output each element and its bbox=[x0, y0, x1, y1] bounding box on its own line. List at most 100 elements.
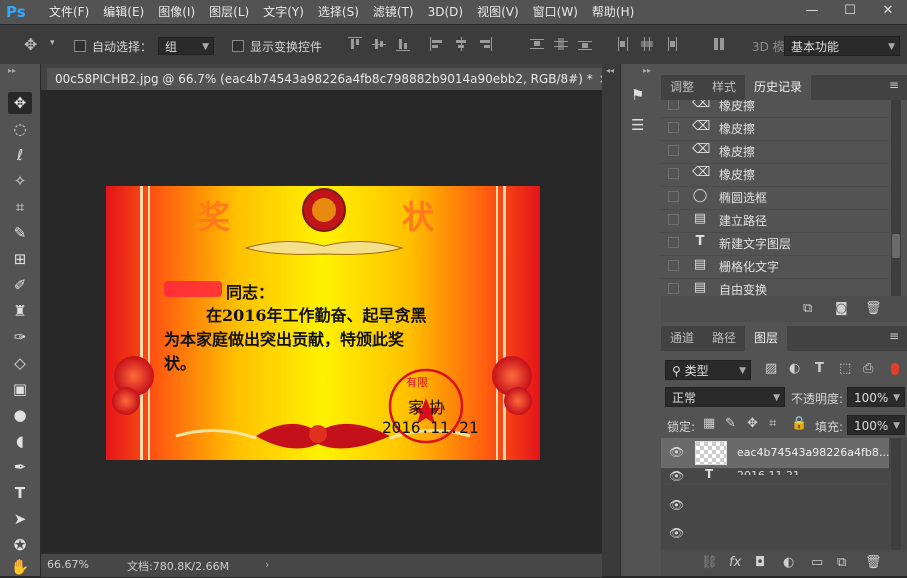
new-layer-icon[interactable]: ⧉ bbox=[837, 555, 846, 570]
ellipse-marquee-tool-icon[interactable]: ◌ bbox=[8, 118, 32, 140]
hand-tool-icon[interactable]: ✋ bbox=[8, 556, 32, 578]
custom-shape-tool-icon[interactable]: ✪ bbox=[8, 534, 32, 556]
table-row[interactable]: 👁 T 2016.11.21 bbox=[661, 467, 889, 484]
menu-3d[interactable]: 3D(D) bbox=[421, 0, 470, 24]
layer-mask-icon[interactable]: ◘ bbox=[755, 555, 765, 570]
crop-tool-icon[interactable]: ⌗ bbox=[8, 196, 32, 218]
panel-menu-icon[interactable]: ≡ bbox=[889, 78, 899, 92]
link-layers-icon[interactable]: ⛓ bbox=[701, 555, 718, 570]
type-tool-icon[interactable]: T bbox=[8, 482, 32, 504]
filter-toggle-icon[interactable] bbox=[891, 363, 899, 375]
close-window-icon[interactable]: ✕ bbox=[869, 0, 907, 24]
history-brush-tool-icon[interactable]: ✑ bbox=[8, 326, 32, 348]
menu-select[interactable]: 选择(S) bbox=[311, 0, 366, 24]
list-item[interactable]: T 新建文字图层 bbox=[661, 232, 889, 256]
list-item[interactable]: ⌫ 橡皮擦 bbox=[661, 163, 889, 187]
table-row[interactable]: 👁 bbox=[661, 484, 889, 514]
lock-all-icon[interactable]: 🔒 bbox=[791, 416, 807, 431]
fx-icon[interactable]: fx bbox=[729, 555, 741, 570]
menu-edit[interactable]: 编辑(E) bbox=[96, 0, 151, 24]
menu-file[interactable]: 文件(F) bbox=[42, 0, 96, 24]
magic-wand-tool-icon[interactable]: ✧ bbox=[8, 170, 32, 192]
visibility-eye-icon[interactable]: 👁 bbox=[669, 498, 684, 512]
history-scrollbar[interactable] bbox=[891, 100, 901, 296]
filter-smart-object-icon[interactable]: ⎙ bbox=[863, 361, 873, 376]
chevron-down-icon[interactable]: ▾ bbox=[50, 38, 55, 48]
auto-select-checkbox[interactable] bbox=[74, 40, 86, 52]
align-hcenter-icon[interactable] bbox=[454, 37, 468, 51]
visibility-eye-icon[interactable]: 👁 bbox=[669, 469, 684, 483]
list-item[interactable]: ▤ 建立路径 bbox=[661, 209, 889, 233]
layer-name[interactable]: 2016.11.21 bbox=[737, 469, 800, 475]
collapse-icon[interactable]: ▸▸ bbox=[643, 66, 651, 75]
align-left-icon[interactable] bbox=[430, 37, 444, 51]
menu-window[interactable]: 窗口(W) bbox=[526, 0, 585, 24]
list-item[interactable]: ⌫ 橡皮擦 bbox=[661, 140, 889, 164]
collapse-icon[interactable]: ▸▸ bbox=[8, 66, 16, 75]
minimize-icon[interactable]: — bbox=[793, 0, 831, 24]
properties-panel-icon[interactable]: ☰ bbox=[631, 116, 644, 134]
list-item[interactable]: ⌫ 橡皮擦 bbox=[661, 117, 889, 141]
menu-help[interactable]: 帮助(H) bbox=[585, 0, 641, 24]
show-transform-checkbox[interactable] bbox=[232, 40, 244, 52]
distribute-top-icon[interactable] bbox=[530, 37, 544, 51]
lock-artboard-icon[interactable]: ⌗ bbox=[769, 416, 776, 431]
auto-align-icon[interactable] bbox=[712, 37, 726, 51]
menu-view[interactable]: 视图(V) bbox=[470, 0, 526, 24]
chevron-right-icon[interactable]: › bbox=[265, 558, 269, 571]
brush-tool-icon[interactable]: ✐ bbox=[8, 274, 32, 296]
tab-history[interactable]: 历史记录 bbox=[745, 75, 812, 100]
menu-type[interactable]: 文字(Y) bbox=[256, 0, 311, 24]
lock-pixels-icon[interactable]: ✎ bbox=[725, 416, 736, 431]
tab-paths[interactable]: 路径 bbox=[703, 326, 745, 351]
new-document-from-state-icon[interactable]: ⧉ bbox=[803, 301, 812, 316]
filter-pixel-icon[interactable]: ▨ bbox=[765, 361, 777, 376]
menu-image[interactable]: 图像(I) bbox=[151, 0, 202, 24]
auto-select-dropdown[interactable]: 组 ▼ bbox=[158, 37, 214, 55]
distribute-bottom-icon[interactable] bbox=[578, 37, 592, 51]
align-vcenter-icon[interactable] bbox=[372, 37, 386, 51]
distribute-vcenter-icon[interactable] bbox=[554, 37, 568, 51]
filter-adjustment-icon[interactable]: ◐ bbox=[789, 361, 800, 376]
eraser-tool-icon[interactable]: ◇ bbox=[8, 352, 32, 374]
dodge-tool-icon[interactable]: ◖ bbox=[8, 430, 32, 452]
layer-filter-dropdown[interactable]: ⚲ 类型 ▼ bbox=[665, 360, 751, 380]
table-row[interactable]: 👁 bbox=[661, 520, 889, 550]
filter-shape-icon[interactable]: ⬚ bbox=[839, 361, 851, 376]
gradient-tool-icon[interactable]: ▣ bbox=[8, 378, 32, 400]
align-right-icon[interactable] bbox=[478, 37, 492, 51]
list-item[interactable]: ▤ 自由变换 bbox=[661, 278, 889, 296]
pen-tool-icon[interactable]: ✒ bbox=[8, 456, 32, 478]
healing-brush-tool-icon[interactable]: ⊞ bbox=[8, 248, 32, 270]
distribute-right-icon[interactable] bbox=[664, 37, 678, 51]
eyedropper-tool-icon[interactable]: ✎ bbox=[8, 222, 32, 244]
align-bottom-icon[interactable] bbox=[396, 37, 410, 51]
layer-name[interactable]: eac4b74543a98226a4fb8... bbox=[737, 446, 889, 459]
distribute-hcenter-icon[interactable] bbox=[640, 37, 654, 51]
move-tool-icon[interactable]: ✥ bbox=[24, 35, 37, 54]
tab-channels[interactable]: 通道 bbox=[661, 326, 703, 351]
distribute-left-icon[interactable] bbox=[616, 37, 630, 51]
lock-position-icon[interactable]: ✥ bbox=[747, 416, 758, 431]
menu-filter[interactable]: 滤镜(T) bbox=[366, 0, 421, 24]
fill-input[interactable]: 100% ▼ bbox=[847, 415, 905, 435]
lock-transparent-icon[interactable]: ▦ bbox=[703, 416, 715, 431]
list-item[interactable]: ◯ 椭圆选框 bbox=[661, 186, 889, 210]
list-item[interactable]: ⌫ 橡皮擦 bbox=[661, 100, 889, 118]
workspace-dropdown[interactable]: 基本功能 ▼ bbox=[784, 36, 900, 56]
document-scrollbar[interactable]: ◂◂ bbox=[602, 64, 620, 576]
tab-layers[interactable]: 图层 bbox=[745, 326, 788, 351]
filter-type-icon[interactable]: T bbox=[815, 361, 824, 376]
folder-icon[interactable]: ▭ bbox=[811, 555, 823, 570]
layers-scrollbar[interactable] bbox=[891, 438, 901, 550]
adjustment-layer-icon[interactable]: ◐ bbox=[783, 555, 794, 570]
maximize-icon[interactable]: ☐ bbox=[831, 0, 869, 24]
lasso-tool-icon[interactable]: ℓ bbox=[8, 144, 32, 166]
blur-tool-icon[interactable]: ● bbox=[8, 404, 32, 426]
move-tool-icon[interactable]: ✥ bbox=[8, 92, 32, 114]
trash-icon[interactable]: 🗑 bbox=[865, 555, 882, 570]
clone-stamp-tool-icon[interactable]: ♜ bbox=[8, 300, 32, 322]
visibility-eye-icon[interactable]: 👁 bbox=[669, 445, 684, 459]
align-top-icon[interactable] bbox=[348, 37, 362, 51]
visibility-eye-icon[interactable]: 👁 bbox=[669, 526, 684, 540]
